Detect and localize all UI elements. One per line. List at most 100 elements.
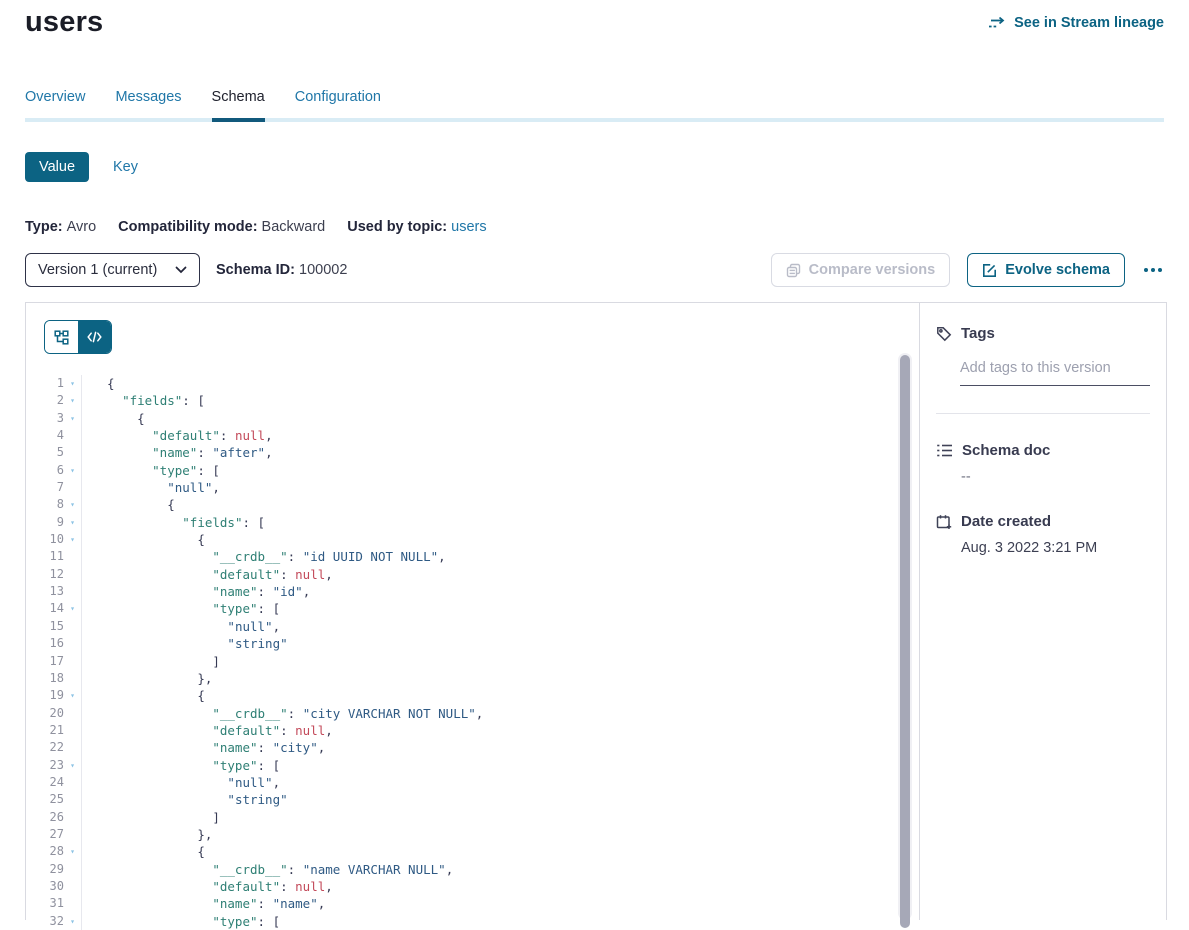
fold-spacer — [64, 705, 81, 722]
fold-toggle-icon[interactable]: ▾ — [64, 514, 81, 531]
compatibility-value: Backward — [262, 219, 326, 235]
code-text: { — [82, 496, 175, 513]
line-number: 22 — [26, 739, 64, 756]
compare-versions-button[interactable]: Compare versions — [771, 253, 951, 287]
fold-spacer — [64, 427, 81, 444]
fold-spacer — [64, 444, 81, 461]
fold-toggle-icon[interactable]: ▾ — [64, 843, 81, 860]
tab-configuration[interactable]: Configuration — [295, 89, 381, 105]
see-in-stream-lineage-link[interactable]: See in Stream lineage — [988, 15, 1164, 31]
line-gutter: 3▾ — [26, 410, 82, 427]
fold-toggle-icon[interactable]: ▾ — [64, 462, 81, 479]
code-line: 9▾ "fields": [ — [26, 514, 919, 531]
line-number: 26 — [26, 809, 64, 826]
code-line: 24 "null", — [26, 774, 919, 791]
tree-view-button[interactable] — [45, 321, 78, 353]
more-options-button[interactable] — [1142, 264, 1164, 276]
line-number: 28 — [26, 843, 64, 860]
used-by-topic-label: Used by topic: — [347, 219, 447, 235]
chevron-down-icon — [175, 266, 187, 274]
editor-scrollbar[interactable] — [898, 353, 912, 920]
code-line: 32▾ "type": [ — [26, 913, 919, 930]
line-gutter: 1▾ — [26, 375, 82, 392]
fold-toggle-icon[interactable]: ▾ — [64, 687, 81, 704]
code-text: "name": "city", — [82, 739, 325, 756]
code-text: "type": [ — [82, 462, 220, 479]
line-gutter: 16 — [26, 635, 82, 652]
schema-metadata-sidebar: Tags Schema doc -- — [920, 303, 1166, 920]
fold-toggle-icon[interactable]: ▾ — [64, 531, 81, 548]
code-line: 21 "default": null, — [26, 722, 919, 739]
fold-toggle-icon[interactable]: ▾ — [64, 375, 81, 392]
line-gutter: 32▾ — [26, 913, 82, 930]
fold-spacer — [64, 878, 81, 895]
code-line: 31 "name": "name", — [26, 895, 919, 912]
add-tags-input[interactable] — [960, 358, 1150, 386]
compatibility-field: Compatibility mode:Backward — [118, 219, 325, 235]
fold-toggle-icon[interactable]: ▾ — [64, 757, 81, 774]
tab-schema[interactable]: Schema — [212, 89, 265, 105]
code-line: 10▾ { — [26, 531, 919, 548]
version-select[interactable]: Version 1 (current) — [25, 253, 200, 287]
line-gutter: 2▾ — [26, 392, 82, 409]
fold-spacer — [64, 809, 81, 826]
stream-lineage-icon — [988, 16, 1007, 30]
code-text: "__crdb__": "name VARCHAR NULL", — [82, 861, 453, 878]
code-line: 5 "name": "after", — [26, 444, 919, 461]
line-number: 27 — [26, 826, 64, 843]
code-text: "name": "id", — [82, 583, 310, 600]
line-gutter: 26 — [26, 809, 82, 826]
fold-spacer — [64, 583, 81, 600]
version-select-value: Version 1 (current) — [38, 262, 157, 278]
topic-link[interactable]: users — [451, 219, 486, 235]
code-text: { — [82, 531, 205, 548]
value-tab-button[interactable]: Value — [25, 152, 89, 182]
page-title: users — [25, 6, 103, 39]
code-text: ] — [82, 653, 220, 670]
code-text: { — [82, 375, 115, 392]
line-gutter: 23▾ — [26, 757, 82, 774]
code-view-button[interactable] — [78, 321, 111, 353]
tab-messages[interactable]: Messages — [115, 89, 181, 105]
fold-toggle-icon[interactable]: ▾ — [64, 410, 81, 427]
key-tab-button[interactable]: Key — [113, 159, 138, 175]
fold-toggle-icon[interactable]: ▾ — [64, 392, 81, 409]
value-key-toggle: Value Key — [25, 152, 138, 182]
code-text: "null", — [82, 479, 220, 496]
code-text: }, — [82, 670, 212, 687]
sidebar-divider — [936, 413, 1150, 414]
code-line: 27 }, — [26, 826, 919, 843]
line-number: 19 — [26, 687, 64, 704]
fold-spacer — [64, 895, 81, 912]
fold-toggle-icon[interactable]: ▾ — [64, 496, 81, 513]
fold-spacer — [64, 774, 81, 791]
schema-id-field: Schema ID: 100002 — [216, 262, 347, 278]
line-gutter: 11 — [26, 548, 82, 565]
code-line: 26 ] — [26, 809, 919, 826]
line-number: 25 — [26, 791, 64, 808]
code-line: 25 "string" — [26, 791, 919, 808]
schema-code-editor[interactable]: 1▾{2▾ "fields": [3▾ {4 "default": null,5… — [26, 375, 919, 930]
line-number: 4 — [26, 427, 64, 444]
schema-id-label: Schema ID: — [216, 262, 295, 278]
line-number: 9 — [26, 514, 64, 531]
tag-icon — [936, 326, 952, 342]
line-gutter: 31 — [26, 895, 82, 912]
fold-toggle-icon[interactable]: ▾ — [64, 913, 81, 930]
line-number: 18 — [26, 670, 64, 687]
fold-toggle-icon[interactable]: ▾ — [64, 600, 81, 617]
code-line: 20 "__crdb__": "city VARCHAR NOT NULL", — [26, 705, 919, 722]
line-number: 1 — [26, 375, 64, 392]
line-gutter: 27 — [26, 826, 82, 843]
line-gutter: 24 — [26, 774, 82, 791]
line-gutter: 21 — [26, 722, 82, 739]
code-text: ] — [82, 809, 220, 826]
fold-spacer — [64, 739, 81, 756]
evolve-schema-button[interactable]: Evolve schema — [967, 253, 1125, 287]
schema-doc-section: Schema doc -- — [936, 442, 1150, 485]
line-number: 5 — [26, 444, 64, 461]
code-line: 3▾ { — [26, 410, 919, 427]
editor-scrollbar-thumb[interactable] — [900, 355, 910, 928]
used-by-topic-field: Used by topic:users — [347, 219, 486, 235]
tab-overview[interactable]: Overview — [25, 89, 85, 105]
